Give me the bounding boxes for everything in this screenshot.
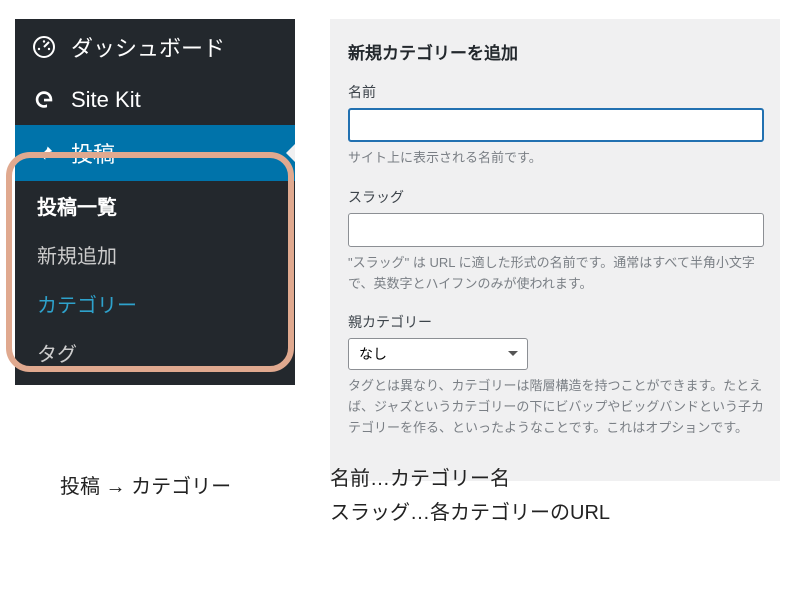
pin-icon [31, 140, 57, 166]
caption-right-line1: 名前…カテゴリー名 [330, 462, 610, 496]
sidebar-item-label: ダッシュボード [71, 31, 225, 63]
sidebar-sub-categories[interactable]: カテゴリー [15, 279, 295, 328]
panel-heading: 新規カテゴリーを追加 [348, 39, 764, 64]
slug-help: "スラッグ" は URL に適した形式の名前です。通常はすべて半角小文字で、英数… [348, 253, 764, 295]
sidebar-item-label: Site Kit [71, 87, 141, 113]
sidebar-sub-all-posts[interactable]: 投稿一覧 [15, 181, 295, 230]
sidebar-sub-add-new[interactable]: 新規追加 [15, 230, 295, 279]
parent-help: タグとは異なり、カテゴリーは階層構造を持つことができます。たとえば、ジャズという… [348, 376, 764, 438]
name-input[interactable] [348, 108, 764, 142]
admin-sidebar: ダッシュボード Site Kit 投稿 投稿一覧 新規追加 カテゴリー タグ [15, 19, 295, 385]
name-label: 名前 [348, 82, 764, 102]
parent-select[interactable]: なし [348, 338, 528, 370]
field-slug: スラッグ "スラッグ" は URL に適した形式の名前です。通常はすべて半角小文… [348, 187, 764, 295]
sidebar-item-dashboard[interactable]: ダッシュボード [15, 19, 295, 75]
field-name: 名前 サイト上に表示される名前です。 [348, 82, 764, 169]
caption-left: 投稿 → カテゴリー [60, 470, 231, 504]
add-category-panel: 新規カテゴリーを追加 名前 サイト上に表示される名前です。 スラッグ "スラッグ… [330, 19, 780, 481]
slug-input[interactable] [348, 213, 764, 247]
sitekit-icon [31, 87, 57, 113]
parent-select-wrap: なし [348, 338, 528, 370]
sidebar-sub-tags[interactable]: タグ [15, 328, 295, 377]
slug-label: スラッグ [348, 187, 764, 207]
caption-right: 名前…カテゴリー名 スラッグ…各カテゴリーのURL [330, 462, 610, 530]
dashboard-icon [31, 34, 57, 60]
field-parent: 親カテゴリー なし タグとは異なり、カテゴリーは階層構造を持つことができます。た… [348, 312, 764, 438]
sidebar-item-posts[interactable]: 投稿 [15, 125, 295, 181]
name-help: サイト上に表示される名前です。 [348, 148, 764, 169]
parent-label: 親カテゴリー [348, 312, 764, 332]
sidebar-item-label: 投稿 [71, 137, 115, 169]
sidebar-item-sitekit[interactable]: Site Kit [15, 75, 295, 125]
caption-right-line2: スラッグ…各カテゴリーのURL [330, 496, 610, 530]
